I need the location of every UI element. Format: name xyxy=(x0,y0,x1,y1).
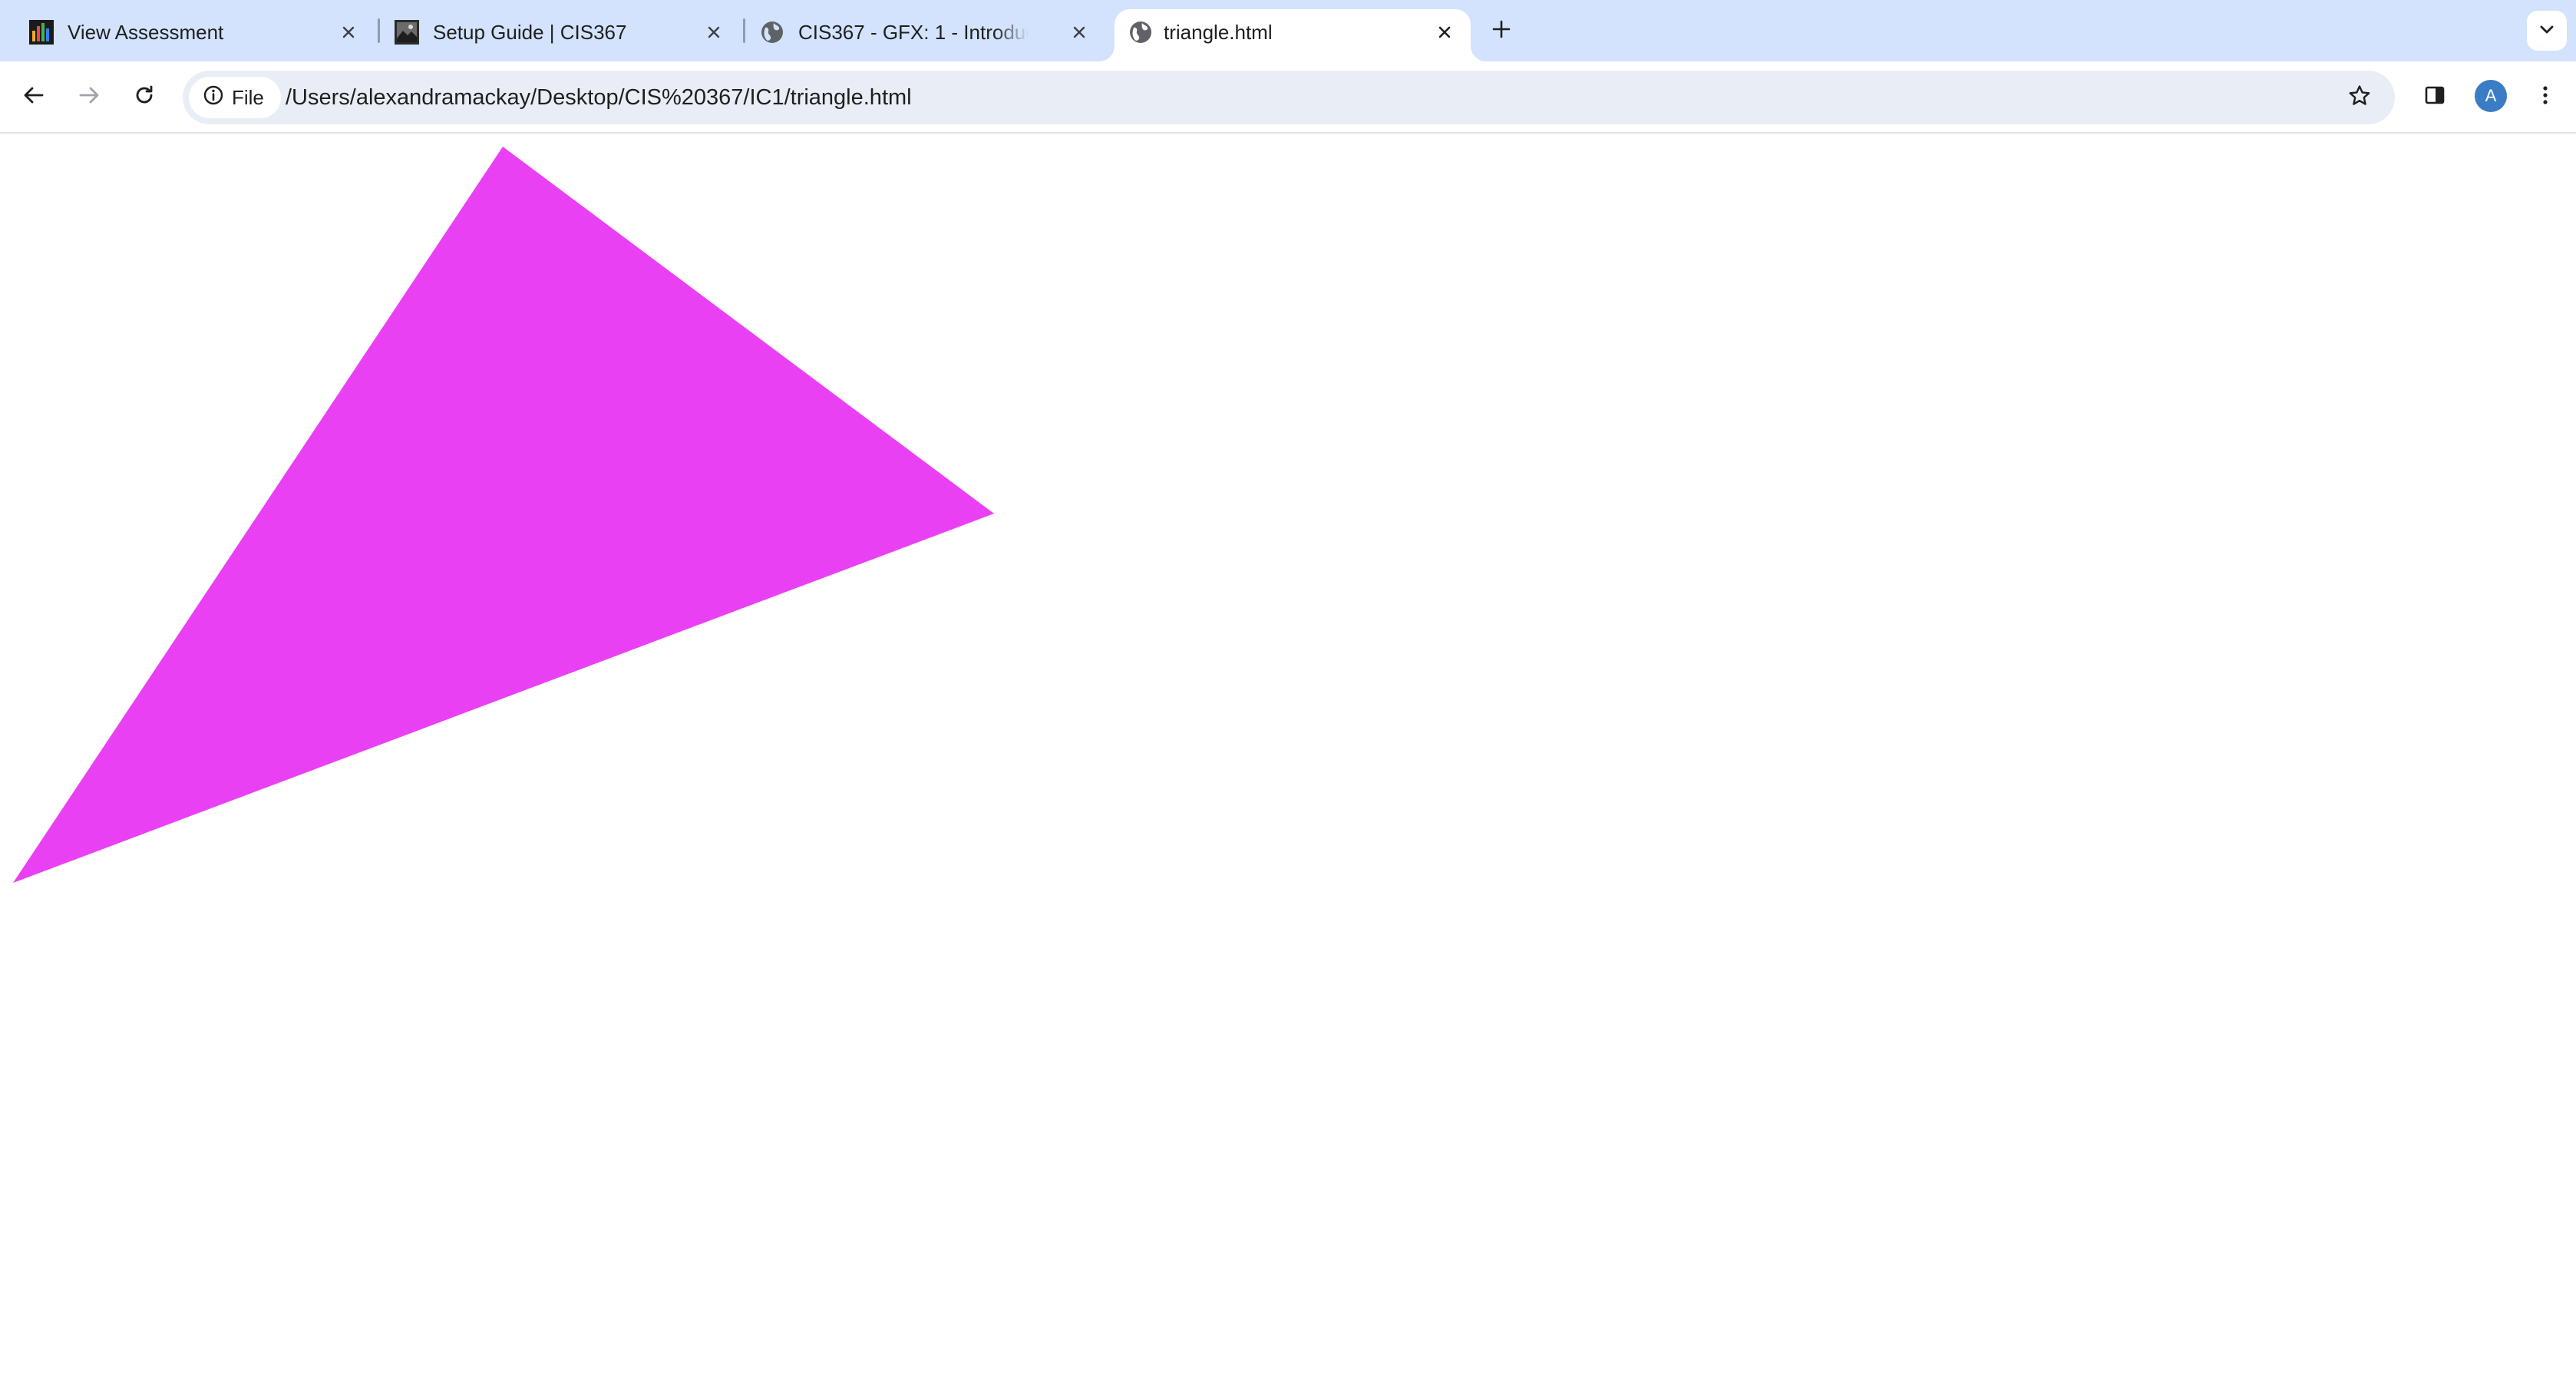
browser-menu-button[interactable] xyxy=(2527,78,2564,115)
tab-triangle[interactable]: triangle.html xyxy=(1115,9,1471,61)
close-icon[interactable] xyxy=(336,20,361,45)
arrow-left-icon xyxy=(22,84,45,111)
tab-title: triangle.html xyxy=(1164,21,1273,44)
address-bar[interactable]: File /Users/alexandramackay/Desktop/CIS%… xyxy=(183,71,2395,124)
chevron-down-icon xyxy=(2538,21,2555,41)
page-viewport xyxy=(0,135,2576,1388)
globe-favicon-icon xyxy=(1128,20,1153,45)
tab-title: CIS367 - GFX: 1 - Introduction xyxy=(798,21,1029,44)
bookmark-button[interactable] xyxy=(2341,79,2378,116)
tab-setup-guide[interactable]: Setup Guide | CIS367 xyxy=(365,9,731,61)
side-panel-icon xyxy=(2423,84,2446,111)
tab-title: View Assessment xyxy=(68,21,224,44)
tab-search-button[interactable] xyxy=(2527,11,2567,51)
site-info-chip[interactable]: File xyxy=(189,77,281,118)
close-icon[interactable] xyxy=(1067,20,1091,45)
close-icon[interactable] xyxy=(1432,20,1457,45)
star-icon xyxy=(2347,84,2372,112)
info-icon xyxy=(203,84,224,111)
bar-chart-favicon-icon xyxy=(29,20,54,45)
side-panel-button[interactable] xyxy=(2416,78,2453,115)
plus-icon xyxy=(1491,19,1511,43)
tab-title: Setup Guide | CIS367 xyxy=(433,21,627,44)
tab-gfx-introduction[interactable]: CIS367 - GFX: 1 - Introduction xyxy=(731,9,1096,61)
new-tab-button[interactable] xyxy=(1486,15,1517,46)
photo-favicon-icon xyxy=(395,20,419,45)
globe-favicon-icon xyxy=(760,20,784,45)
site-info-label: File xyxy=(232,85,264,109)
webgl-canvas xyxy=(13,147,994,883)
url-text[interactable]: /Users/alexandramackay/Desktop/CIS%20367… xyxy=(286,81,912,114)
kebab-menu-icon xyxy=(2534,84,2557,111)
toolbar: File /Users/alexandramackay/Desktop/CIS%… xyxy=(0,61,2576,134)
close-icon[interactable] xyxy=(702,20,726,45)
back-button[interactable] xyxy=(15,78,52,115)
reload-icon xyxy=(133,84,156,111)
profile-initial: A xyxy=(2485,86,2497,105)
tab-strip: View Assessment Setup Guide | CIS367 CIS… xyxy=(0,0,2576,61)
profile-avatar[interactable]: A xyxy=(2475,80,2507,112)
reload-button[interactable] xyxy=(126,78,163,115)
arrow-right-icon xyxy=(78,84,101,111)
magenta-triangle xyxy=(13,147,994,883)
tab-view-assessment[interactable]: View Assessment xyxy=(0,9,365,61)
forward-button[interactable] xyxy=(71,78,107,115)
